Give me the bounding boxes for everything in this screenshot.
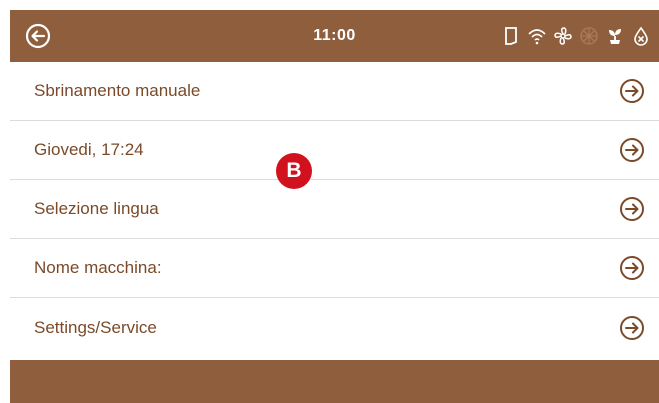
arrow-right-circle-icon[interactable] — [619, 255, 645, 281]
arrow-right-circle-icon[interactable] — [619, 196, 645, 222]
plant-icon — [605, 25, 625, 47]
status-icons — [501, 24, 651, 48]
arrow-right-circle-icon[interactable] — [619, 315, 645, 341]
menu-item-settings-service[interactable]: Settings/Service — [10, 298, 659, 357]
defrost-icon — [579, 25, 599, 47]
menu-item-label: Settings/Service — [34, 317, 157, 337]
bottom-bar — [10, 360, 659, 403]
menu-item-label: Sbrinamento manuale — [34, 81, 201, 100]
callout-marker: B — [276, 153, 312, 189]
drop-alarm-icon — [631, 25, 651, 47]
settings-menu: Sbrinamento manuale Giovedi, 17:24 Selez… — [10, 62, 659, 357]
menu-item-label: Selezione lingua — [34, 199, 159, 218]
arrow-right-circle-icon[interactable] — [619, 78, 645, 104]
menu-item-manual-defrost[interactable]: Sbrinamento manuale — [10, 62, 659, 121]
arrow-right-circle-icon[interactable] — [619, 137, 645, 163]
fan-icon — [553, 25, 573, 47]
menu-item-label: Nome macchina: — [34, 258, 162, 277]
menu-item-label: Giovedi, 17:24 — [34, 140, 144, 159]
menu-item-language[interactable]: Selezione lingua — [10, 180, 659, 239]
menu-item-date-time[interactable]: Giovedi, 17:24 — [10, 121, 659, 180]
wifi-icon — [527, 25, 547, 47]
top-bar: 11:00 — [10, 10, 659, 62]
door-icon — [501, 25, 521, 47]
menu-item-machine-name[interactable]: Nome macchina: — [10, 239, 659, 298]
